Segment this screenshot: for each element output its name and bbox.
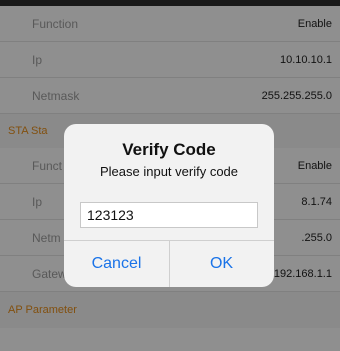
cancel-button[interactable]: Cancel bbox=[64, 241, 169, 287]
ok-button[interactable]: OK bbox=[169, 241, 274, 287]
verify-code-input[interactable] bbox=[80, 202, 258, 228]
dialog-title: Verify Code bbox=[122, 140, 216, 159]
verify-code-dialog: Verify Code Please input verify code Can… bbox=[64, 124, 274, 287]
dialog-message: Please input verify code bbox=[99, 164, 239, 179]
